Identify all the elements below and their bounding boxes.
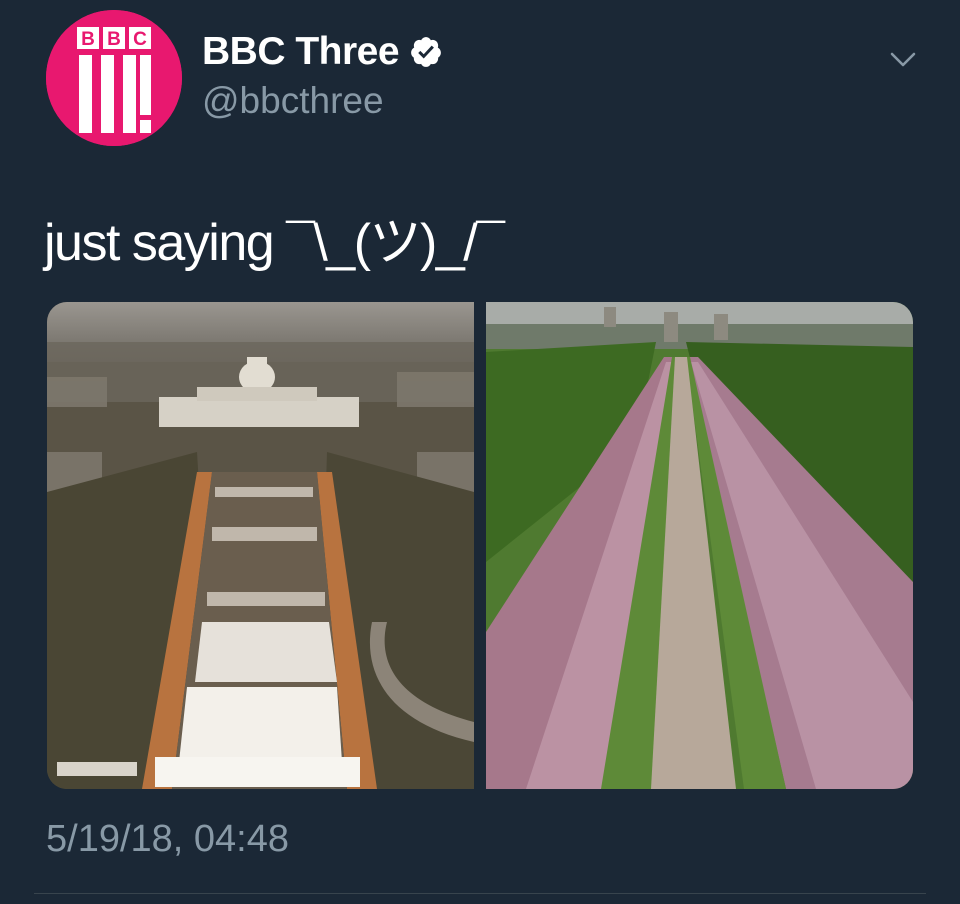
divider (34, 893, 926, 894)
display-name[interactable]: BBC Three (202, 30, 400, 74)
avatar[interactable]: B B C (46, 10, 182, 146)
bbc-three-logo: B B C (46, 10, 182, 146)
verified-badge-icon (409, 35, 443, 69)
tweet-card: B B C BBC Three @bbcthree just saying ¯\… (0, 0, 960, 904)
tweet-timestamp[interactable]: 5/19/18, 04:48 (46, 818, 289, 861)
author-handle[interactable]: @bbcthree (202, 80, 384, 122)
media-photo-left[interactable] (47, 302, 474, 789)
svg-text:C: C (133, 29, 147, 50)
tweet-media (47, 302, 913, 789)
author-name-row[interactable]: BBC Three (202, 30, 443, 74)
tweet-text: just saying ¯\_(ツ)_/¯ (44, 214, 505, 272)
svg-text:B: B (81, 29, 95, 50)
media-photo-right[interactable] (486, 302, 913, 789)
svg-text:B: B (107, 29, 121, 50)
chevron-down-icon[interactable] (888, 44, 918, 74)
